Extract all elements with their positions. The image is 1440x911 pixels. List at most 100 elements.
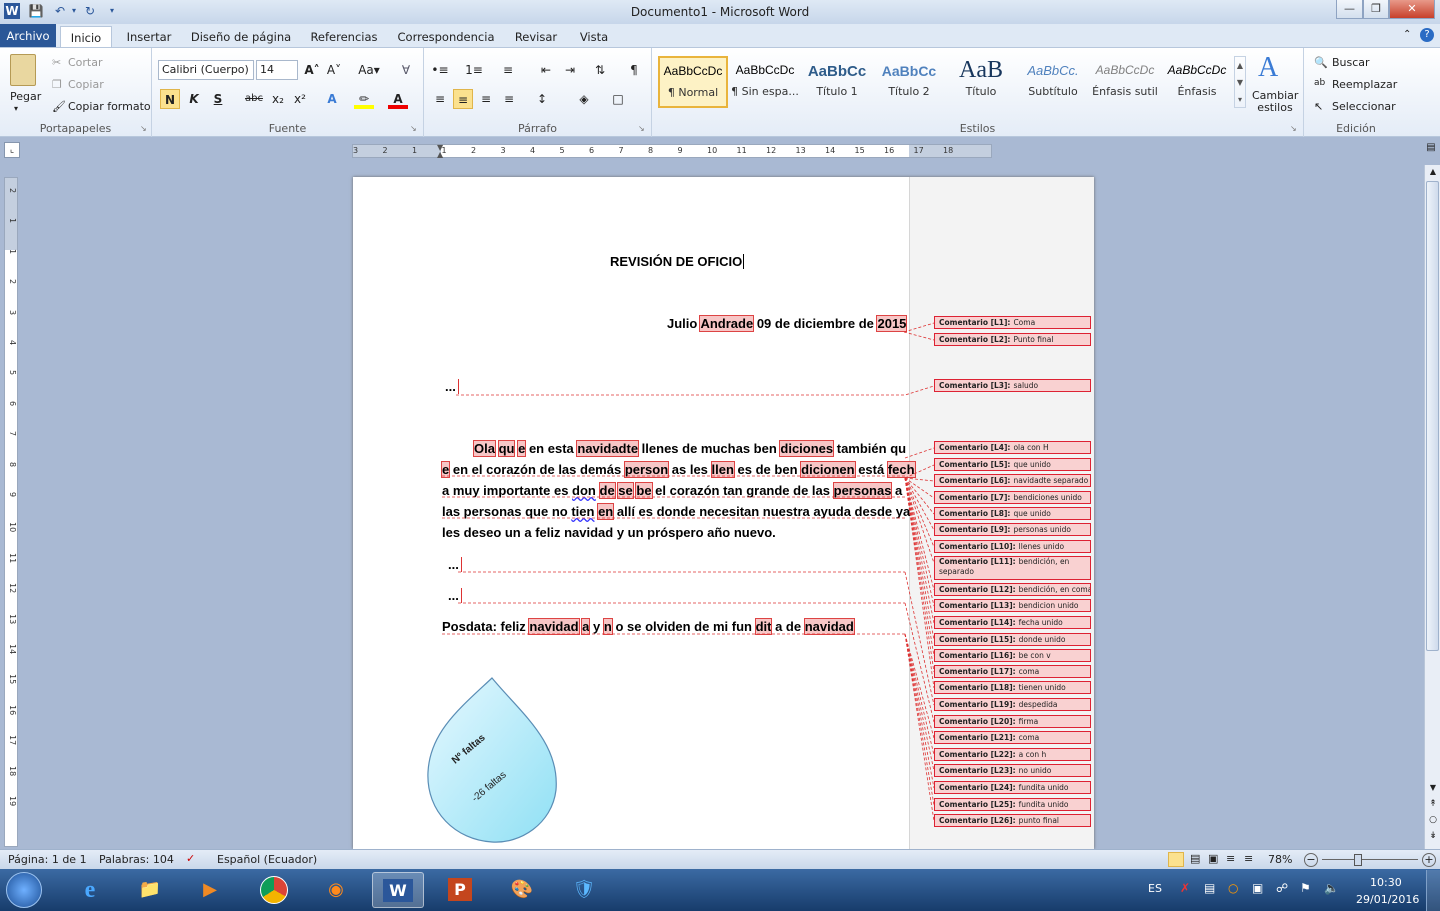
language-status[interactable]: Español (Ecuador) — [217, 853, 317, 866]
zoom-slider-thumb[interactable] — [1354, 854, 1362, 866]
justify-icon[interactable]: ≡ — [499, 89, 519, 109]
comment-balloon[interactable]: Comentario [L18]: tienen unido — [934, 681, 1091, 694]
comment-balloon[interactable]: Comentario [L7]: bendiciones unido — [934, 491, 1091, 504]
find-icon[interactable]: 🔍 — [1314, 56, 1328, 69]
tab-selector-icon[interactable]: ⌞ — [4, 142, 20, 158]
print-layout-icon[interactable] — [1168, 852, 1184, 867]
security-shield-icon[interactable]: 🛡 — [558, 872, 610, 908]
show-desktop-button[interactable] — [1426, 870, 1440, 911]
doc-title[interactable]: REVISIÓN DE OFICIO — [610, 254, 745, 269]
zoom-in-icon[interactable]: + — [1422, 853, 1436, 867]
cut-icon[interactable]: ✂ — [52, 56, 61, 69]
zoom-level[interactable]: 78% — [1268, 853, 1292, 866]
comment-balloon[interactable]: Comentario [L6]: navidadte separado — [934, 474, 1091, 487]
format-painter-icon[interactable]: 🖌 — [52, 100, 66, 113]
zoom-out-icon[interactable]: − — [1304, 853, 1318, 867]
powerpoint-taskbar-icon[interactable]: P — [434, 872, 486, 908]
comment-balloon[interactable]: Comentario [L12]: bendición, en coma — [934, 583, 1091, 596]
increase-indent-icon[interactable]: ⇥ — [560, 60, 580, 80]
scroll-up-icon[interactable]: ▲ — [1427, 167, 1439, 179]
show-marks-icon[interactable]: ¶ — [624, 60, 644, 80]
copy-button[interactable]: Copiar — [68, 78, 104, 91]
draft-icon[interactable]: ≡ — [1244, 852, 1253, 865]
change-styles-button[interactable]: Cambiar estilos — [1252, 90, 1298, 114]
style-titulo[interactable]: AaB Título — [946, 56, 1016, 108]
tab-inicio[interactable]: Inicio — [60, 26, 112, 48]
comment-balloon[interactable]: Comentario [L25]: fundita unido — [934, 798, 1091, 811]
style-sin-espaciado[interactable]: AaBbCcDc ¶ Sin espa... — [730, 56, 800, 108]
replace-icon[interactable]: ab — [1314, 78, 1325, 88]
font-launcher-icon[interactable]: ↘ — [410, 124, 417, 133]
tab-revisar[interactable]: Revisar — [508, 26, 564, 48]
decrease-indent-icon[interactable]: ⇤ — [536, 60, 556, 80]
style-subtitulo[interactable]: AaBbCc. Subtítulo — [1018, 56, 1088, 108]
comment-balloon[interactable]: Comentario [L16]: be con v — [934, 649, 1091, 662]
outline-icon[interactable]: ≡ — [1226, 852, 1235, 865]
comment-balloon[interactable]: Comentario [L21]: coma — [934, 731, 1091, 744]
style-enfasis[interactable]: AaBbCcDc Énfasis — [1162, 56, 1232, 108]
tab-insertar[interactable]: Insertar — [120, 26, 178, 48]
change-styles-icon[interactable]: A — [1258, 52, 1278, 84]
paste-dropdown-icon[interactable]: ▾ — [14, 104, 18, 113]
comment-balloon[interactable]: Comentario [L4]: ola con H — [934, 441, 1091, 454]
file-explorer-icon[interactable]: 📁 — [124, 872, 176, 908]
grow-font-icon[interactable]: A˄ — [302, 60, 322, 80]
comment-balloon[interactable]: Comentario [L14]: fecha unido — [934, 616, 1091, 629]
minimize-ribbon-icon[interactable]: ⌃ — [1403, 29, 1411, 40]
comment-balloon[interactable]: Comentario [L5]: que unido — [934, 458, 1091, 471]
word-count[interactable]: Palabras: 104 — [99, 853, 174, 866]
comment-balloon[interactable]: Comentario [L9]: personas unido — [934, 523, 1091, 536]
italic-button[interactable]: K — [184, 89, 204, 109]
vertical-ruler[interactable]: 2 1 1 2 3 4 5 6 7 8 9 10 11 12 13 14 15 16 17 18 19 — [4, 177, 18, 847]
comment-balloon[interactable]: Comentario [L24]: fundita unido — [934, 781, 1091, 794]
indent-marker-icon[interactable]: ▼ ▲ — [437, 144, 445, 159]
comment-balloon[interactable]: Comentario [L19]: despedida — [934, 698, 1091, 711]
scroll-thumb[interactable] — [1426, 181, 1439, 651]
font-size-input[interactable]: 14 — [256, 60, 298, 80]
style-enfasis-sutil[interactable]: AaBbCcDc Énfasis sutil — [1090, 56, 1160, 108]
paste-icon[interactable] — [10, 54, 36, 86]
underline-button[interactable]: S — [208, 89, 228, 109]
subscript-button[interactable]: x₂ — [268, 89, 288, 109]
paint-icon[interactable]: 🎨 — [496, 872, 548, 908]
help-icon[interactable]: ? — [1420, 28, 1434, 42]
zoom-slider[interactable] — [1322, 859, 1418, 860]
clock-date[interactable]: 29/01/2016 — [1356, 893, 1419, 906]
strikethrough-button[interactable]: abc — [242, 89, 266, 109]
scroll-down-icon[interactable]: ▼ — [1427, 783, 1439, 795]
start-button[interactable] — [6, 872, 42, 908]
style-titulo-1[interactable]: AaBbCc Título 1 — [802, 56, 872, 108]
horizontal-ruler[interactable]: 3 2 1 1 2 3 4 5 6 7 8 9 10 11 12 13 14 15 16 17 18 ▼ ▲ — [352, 144, 992, 159]
comment-balloon[interactable]: Comentario [L13]: bendicion unido — [934, 599, 1091, 612]
browse-object-icon[interactable]: ○ — [1427, 815, 1439, 827]
multilevel-list-icon[interactable]: ≡ — [498, 60, 518, 80]
tab-archivo[interactable]: Archivo — [0, 24, 56, 48]
comment-balloon[interactable]: Comentario [L17]: coma — [934, 665, 1091, 678]
line-spacing-icon[interactable]: ↕ — [532, 89, 552, 109]
paragraph-launcher-icon[interactable]: ↘ — [638, 124, 645, 133]
input-language[interactable]: ES — [1148, 882, 1162, 895]
chrome-icon[interactable] — [248, 872, 300, 908]
prev-page-icon[interactable]: ↟ — [1427, 799, 1439, 811]
superscript-button[interactable]: x² — [290, 89, 310, 109]
font-color-icon[interactable]: A — [388, 89, 408, 109]
clear-format-icon[interactable]: ∀ — [396, 60, 416, 80]
highlight-icon[interactable]: ✏ — [354, 89, 374, 109]
cut-button[interactable]: Cortar — [68, 56, 103, 69]
tab-referencias[interactable]: Referencias — [304, 26, 384, 48]
web-layout-icon[interactable]: ▣ — [1208, 852, 1218, 865]
tray-volume-icon[interactable]: 🔈 — [1324, 881, 1339, 895]
proofing-icon[interactable]: ✓ — [186, 852, 195, 865]
numbering-icon[interactable]: 1≡ — [464, 60, 484, 80]
tray-network-icon[interactable]: ▤ — [1204, 881, 1215, 895]
media-player-icon[interactable]: ▶ — [184, 872, 236, 908]
comment-balloon[interactable]: Comentario [L2]: Punto final — [934, 333, 1091, 346]
tray-app-icon[interactable]: ✗ — [1180, 881, 1190, 895]
borders-icon[interactable]: □ — [608, 89, 628, 109]
close-button[interactable]: ✕ — [1389, 0, 1435, 19]
find-button[interactable]: Buscar — [1332, 56, 1370, 69]
restore-button[interactable]: ❐ — [1363, 0, 1389, 19]
tray-circle-icon[interactable]: ○ — [1228, 881, 1238, 895]
firefox-icon[interactable]: ◉ — [310, 872, 362, 908]
comment-balloon[interactable]: Comentario [L22]: a con h — [934, 748, 1091, 761]
